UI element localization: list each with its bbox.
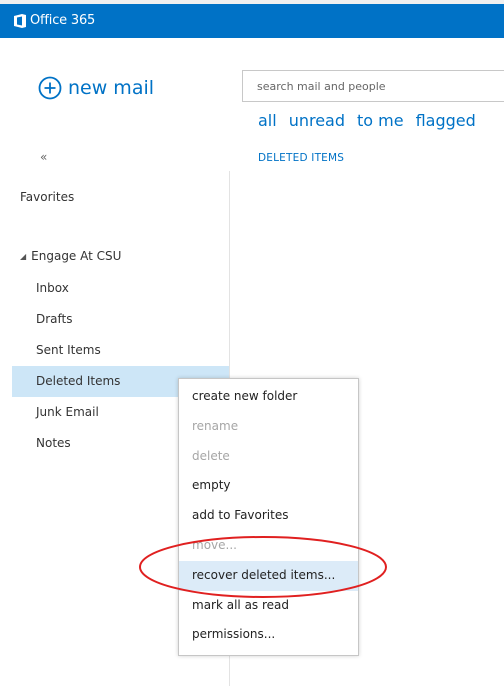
filter-to-me[interactable]: to me: [357, 111, 404, 130]
menu-permissions[interactable]: permissions...: [179, 620, 358, 650]
search-box[interactable]: [242, 70, 504, 102]
folder-heading: DELETED ITEMS: [258, 152, 345, 164]
menu-empty[interactable]: empty: [179, 471, 358, 501]
account-node[interactable]: ◢ Engage At CSU: [20, 249, 121, 263]
folder-sent-items[interactable]: Sent Items: [12, 335, 229, 366]
filter-all[interactable]: all: [258, 111, 277, 130]
folder-drafts[interactable]: Drafts: [12, 304, 229, 335]
message-filters: all unread to me flagged: [258, 111, 476, 130]
menu-move: move...: [192, 537, 237, 552]
new-mail-label: new mail: [68, 77, 155, 99]
menu-create-new-folder[interactable]: create new folder: [179, 382, 358, 412]
collapse-nav-icon[interactable]: «: [40, 150, 47, 164]
plus-circle-icon: [38, 76, 62, 100]
expand-triangle-icon: ◢: [20, 251, 27, 261]
folder-context-menu: create new folder rename delete empty ad…: [178, 378, 359, 656]
menu-recover-deleted-items[interactable]: recover deleted items...: [179, 560, 358, 591]
menu-mark-all-as-read[interactable]: mark all as read: [179, 591, 358, 621]
favorites-header[interactable]: Favorites: [20, 190, 74, 204]
menu-delete: delete: [192, 448, 230, 463]
menu-add-to-favorites[interactable]: add to Favorites: [179, 501, 358, 531]
filter-unread[interactable]: unread: [289, 111, 345, 130]
filter-flagged[interactable]: flagged: [416, 111, 476, 130]
account-label: Engage At CSU: [31, 249, 122, 263]
folder-inbox[interactable]: Inbox: [12, 273, 229, 304]
suite-bar: Office 365: [0, 4, 504, 38]
new-mail-button[interactable]: new mail: [38, 76, 154, 100]
office-logo-icon: [14, 14, 26, 28]
menu-rename: rename: [192, 418, 239, 433]
search-input[interactable]: [243, 71, 504, 101]
suite-title[interactable]: Office 365: [30, 13, 95, 28]
